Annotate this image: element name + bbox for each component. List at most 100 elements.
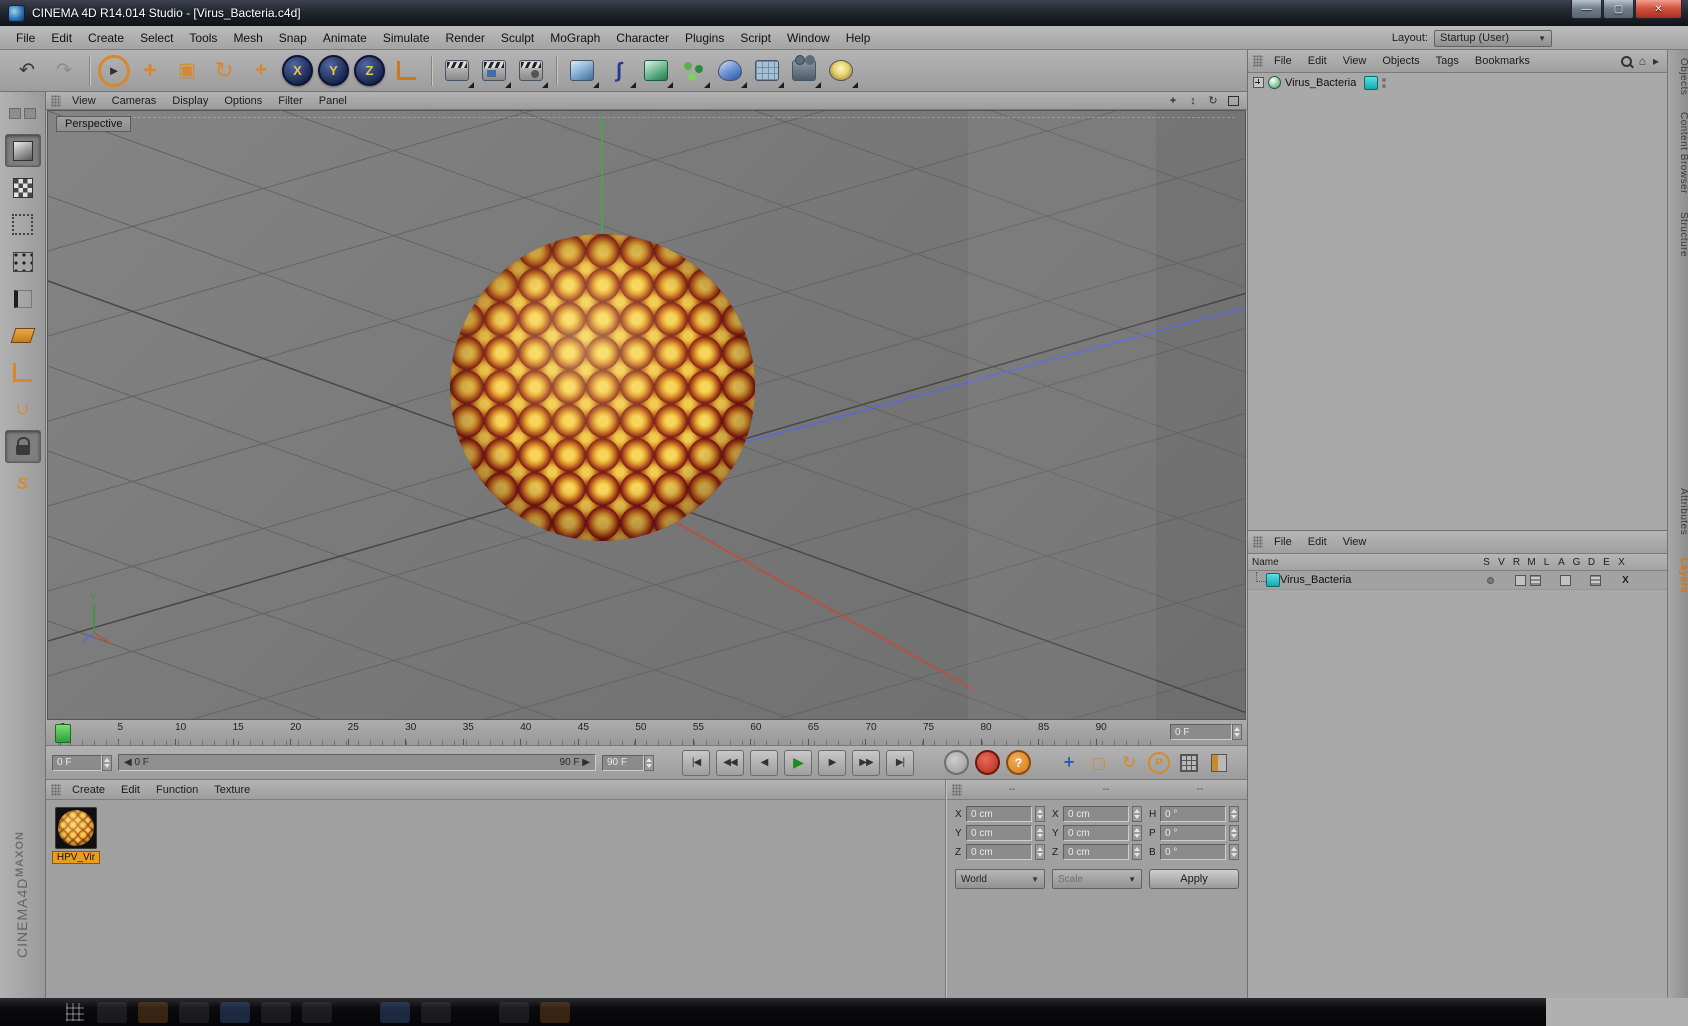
layer-column-letter[interactable]: A <box>1554 557 1569 568</box>
stepper-icon[interactable] <box>644 754 654 771</box>
maximize-button[interactable]: ▢ <box>1603 0 1634 19</box>
coord-input[interactable]: 0 ° <box>1160 844 1226 860</box>
close-button[interactable]: ✕ <box>1635 0 1682 19</box>
object-menu-item[interactable]: File <box>1266 55 1300 67</box>
snap-magnet-button[interactable]: ∩ <box>5 393 41 426</box>
menu-item[interactable]: Character <box>608 31 677 45</box>
keyframe-selection-button[interactable] <box>1177 751 1201 775</box>
move-tool[interactable]: + <box>133 54 167 88</box>
search-icon[interactable] <box>1620 55 1632 67</box>
stepper-icon[interactable] <box>1132 844 1142 860</box>
texture-mode-button[interactable] <box>5 171 41 204</box>
layer-column-letter[interactable]: V <box>1494 557 1509 568</box>
stepper-icon[interactable] <box>1229 825 1239 841</box>
add-environment-button[interactable] <box>750 54 784 88</box>
windows-taskbar[interactable] <box>0 998 1546 1026</box>
coord-input[interactable]: 0 ° <box>1160 806 1226 822</box>
add-primitive-button[interactable] <box>565 54 599 88</box>
layer-column-letter[interactable]: M <box>1524 557 1539 568</box>
viewport-menu-item[interactable]: Cameras <box>104 95 165 107</box>
rotate-tool[interactable]: ↻ <box>207 54 241 88</box>
camera-pan-icon[interactable]: + <box>1165 94 1181 108</box>
viewport[interactable]: Perspective Y <box>47 110 1246 720</box>
layer-row[interactable]: Virus_Bacteria X <box>1248 571 1667 590</box>
solo-toggle[interactable] <box>1483 576 1498 584</box>
menu-item[interactable]: Simulate <box>375 31 438 45</box>
object-menu-item[interactable]: Objects <box>1374 55 1427 67</box>
object-menu-item[interactable]: Bookmarks <box>1467 55 1538 67</box>
menu-item[interactable]: Mesh <box>225 31 270 45</box>
object-row[interactable]: Virus_Bacteria <box>1248 73 1667 92</box>
menu-item[interactable]: Animate <box>315 31 375 45</box>
panel-grip[interactable] <box>51 783 61 796</box>
material-item[interactable]: HPV_Vir <box>52 807 100 864</box>
key-position-toggle[interactable]: + <box>1057 751 1081 775</box>
record-keyframe-button[interactable] <box>975 750 1000 775</box>
layer-column-letter[interactable]: R <box>1509 557 1524 568</box>
add-subdivision-surface-button[interactable] <box>639 54 673 88</box>
panel-grip[interactable] <box>1253 536 1263 548</box>
render-settings-button[interactable] <box>514 54 548 88</box>
viewport-menu-item[interactable]: Panel <box>311 95 355 107</box>
play-button[interactable]: ▶ <box>784 749 812 776</box>
key-rotation-toggle[interactable]: ↻ <box>1117 751 1141 775</box>
end-frame-value[interactable]: 90 F <box>602 754 644 771</box>
taskbar-item[interactable] <box>138 1001 168 1023</box>
coord-input[interactable]: 0 cm <box>966 844 1032 860</box>
viewport-menu-item[interactable]: Filter <box>270 95 310 107</box>
coord-input[interactable]: 0 cm <box>966 806 1032 822</box>
stepper-icon[interactable] <box>1035 806 1045 822</box>
menu-item[interactable]: Render <box>438 31 493 45</box>
key-scale-toggle[interactable]: ▢ <box>1087 751 1111 775</box>
scale-tool[interactable]: ▣ <box>170 54 204 88</box>
nav-forward-icon[interactable]: ▸ <box>1653 55 1659 67</box>
add-light-button[interactable] <box>824 54 858 88</box>
tab-attributes[interactable]: Attributes <box>1668 488 1688 535</box>
menu-item[interactable]: File <box>8 31 43 45</box>
menu-item[interactable]: Edit <box>43 31 80 45</box>
coordinate-system-button[interactable] <box>389 54 423 88</box>
deformers-toggle[interactable] <box>1588 574 1603 586</box>
panel-grip[interactable] <box>1253 55 1263 67</box>
taskbar-item[interactable] <box>421 1001 451 1023</box>
workplane-mode-button[interactable] <box>5 208 41 241</box>
scale-mode-dropdown[interactable]: Scale ▼ <box>1052 869 1142 889</box>
material-menu-item[interactable]: Function <box>148 784 206 796</box>
live-selection-tool[interactable]: ► <box>98 54 130 87</box>
menu-item[interactable]: Help <box>838 31 879 45</box>
layer-name[interactable]: Virus_Bacteria <box>1280 574 1351 586</box>
object-menu-item[interactable]: Tags <box>1428 55 1467 67</box>
timeline-ruler[interactable]: 051015202530354045505560657075808590 0 F <box>46 720 1247 746</box>
expand-icon[interactable] <box>1253 77 1264 88</box>
layer-column-letter[interactable]: E <box>1599 557 1614 568</box>
menu-item[interactable]: MoGraph <box>542 31 608 45</box>
taskbar-item[interactable] <box>220 1001 250 1023</box>
viewport-menu-item[interactable]: Display <box>164 95 216 107</box>
layers-menu-item[interactable]: View <box>1335 536 1375 548</box>
autokey-help-button[interactable]: ? <box>1006 750 1031 775</box>
toggle-view-icon[interactable] <box>1225 94 1241 108</box>
stepper-icon[interactable] <box>1035 844 1045 860</box>
taskbar-item[interactable] <box>97 1001 127 1023</box>
viewport-menu-item[interactable]: Options <box>216 95 270 107</box>
end-frame-field[interactable]: 90 F <box>602 754 654 771</box>
current-frame-marker[interactable] <box>55 724 71 743</box>
tab-layers[interactable]: Layers <box>1668 558 1688 593</box>
stepper-icon[interactable] <box>1229 806 1239 822</box>
render-toggle[interactable] <box>1513 574 1528 586</box>
model-mode-button[interactable] <box>4 134 41 167</box>
enable-axis-button[interactable] <box>5 356 41 389</box>
record-position-button[interactable] <box>944 750 969 775</box>
taskbar-item[interactable] <box>261 1001 291 1023</box>
undo-button[interactable]: ↶ <box>10 54 44 88</box>
home-icon[interactable]: ⌂ <box>1639 55 1646 67</box>
dynamics-coil-button[interactable]: S <box>5 467 41 500</box>
view-label[interactable]: Perspective <box>56 116 132 132</box>
layer-column-letter[interactable]: L <box>1539 557 1554 568</box>
layer-column-letter[interactable]: D <box>1584 557 1599 568</box>
current-frame-value[interactable]: 0 F <box>52 754 102 771</box>
layer-color-icon[interactable] <box>1266 573 1280 587</box>
ruler-frame-field[interactable]: 0 F <box>1170 724 1242 740</box>
panel-grip[interactable] <box>952 783 962 796</box>
stepper-icon[interactable] <box>1132 825 1142 841</box>
